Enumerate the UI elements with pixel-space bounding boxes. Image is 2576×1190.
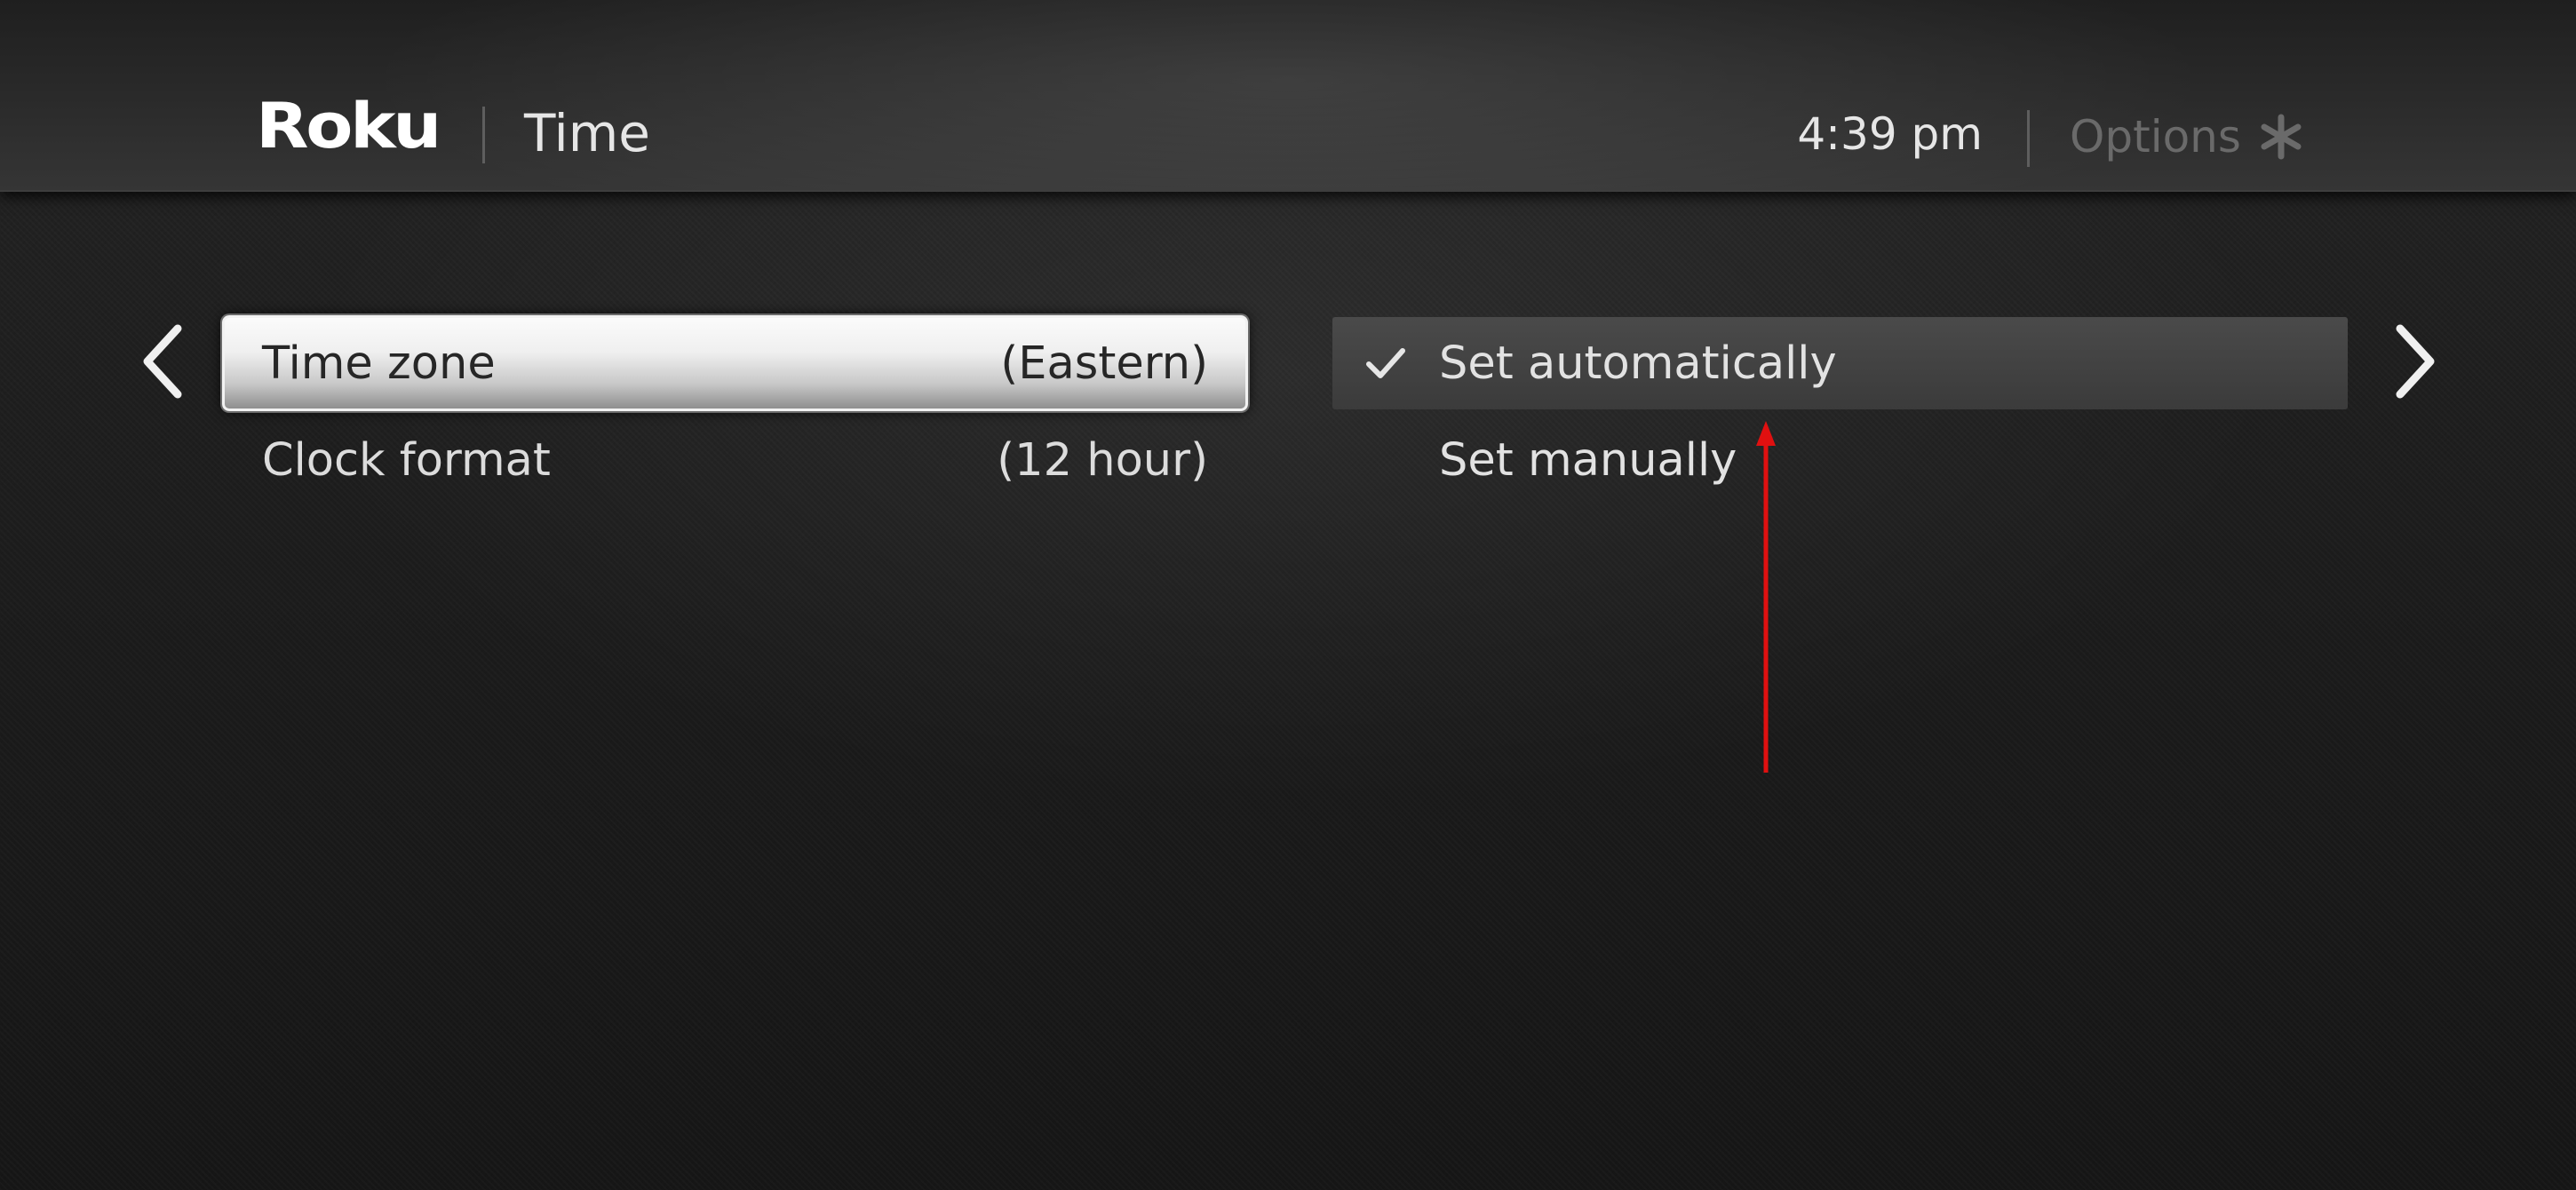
asterisk-icon xyxy=(2257,113,2305,161)
chevron-right-icon[interactable] xyxy=(2389,321,2443,401)
option-label: Set automatically xyxy=(1439,337,1837,390)
page-title: Time xyxy=(524,103,650,163)
roku-settings-screen: Roku Time 4:39 pm Options Time zone (Eas… xyxy=(0,0,2576,1190)
settings-item-value: (12 hour) xyxy=(997,433,1208,487)
chevron-left-icon[interactable] xyxy=(135,321,188,401)
settings-item-time-zone[interactable]: Time zone (Eastern) xyxy=(222,315,1248,411)
option-label: Set manually xyxy=(1439,433,1737,487)
header-divider xyxy=(482,107,485,163)
svg-text:Roku: Roku xyxy=(256,91,439,161)
settings-item-clock-format[interactable]: Clock format (12 hour) xyxy=(222,416,1248,504)
settings-item-label: Clock format xyxy=(262,433,551,487)
settings-item-label: Time zone xyxy=(262,337,496,390)
annotation-arrow-icon xyxy=(1748,421,1784,776)
option-set-manually[interactable]: Set manually xyxy=(1332,416,2348,504)
roku-logo: Roku xyxy=(256,91,442,161)
settings-item-value: (Eastern) xyxy=(1000,337,1208,390)
options-button[interactable]: Options xyxy=(2070,101,2305,172)
options-label: Options xyxy=(2070,111,2241,163)
option-set-automatically[interactable]: Set automatically xyxy=(1332,317,2348,409)
header-divider xyxy=(2027,110,2030,167)
header-bar: Roku Time 4:39 pm Options xyxy=(0,0,2576,192)
checkmark-icon xyxy=(1332,317,1439,409)
clock: 4:39 pm xyxy=(1797,108,1983,160)
